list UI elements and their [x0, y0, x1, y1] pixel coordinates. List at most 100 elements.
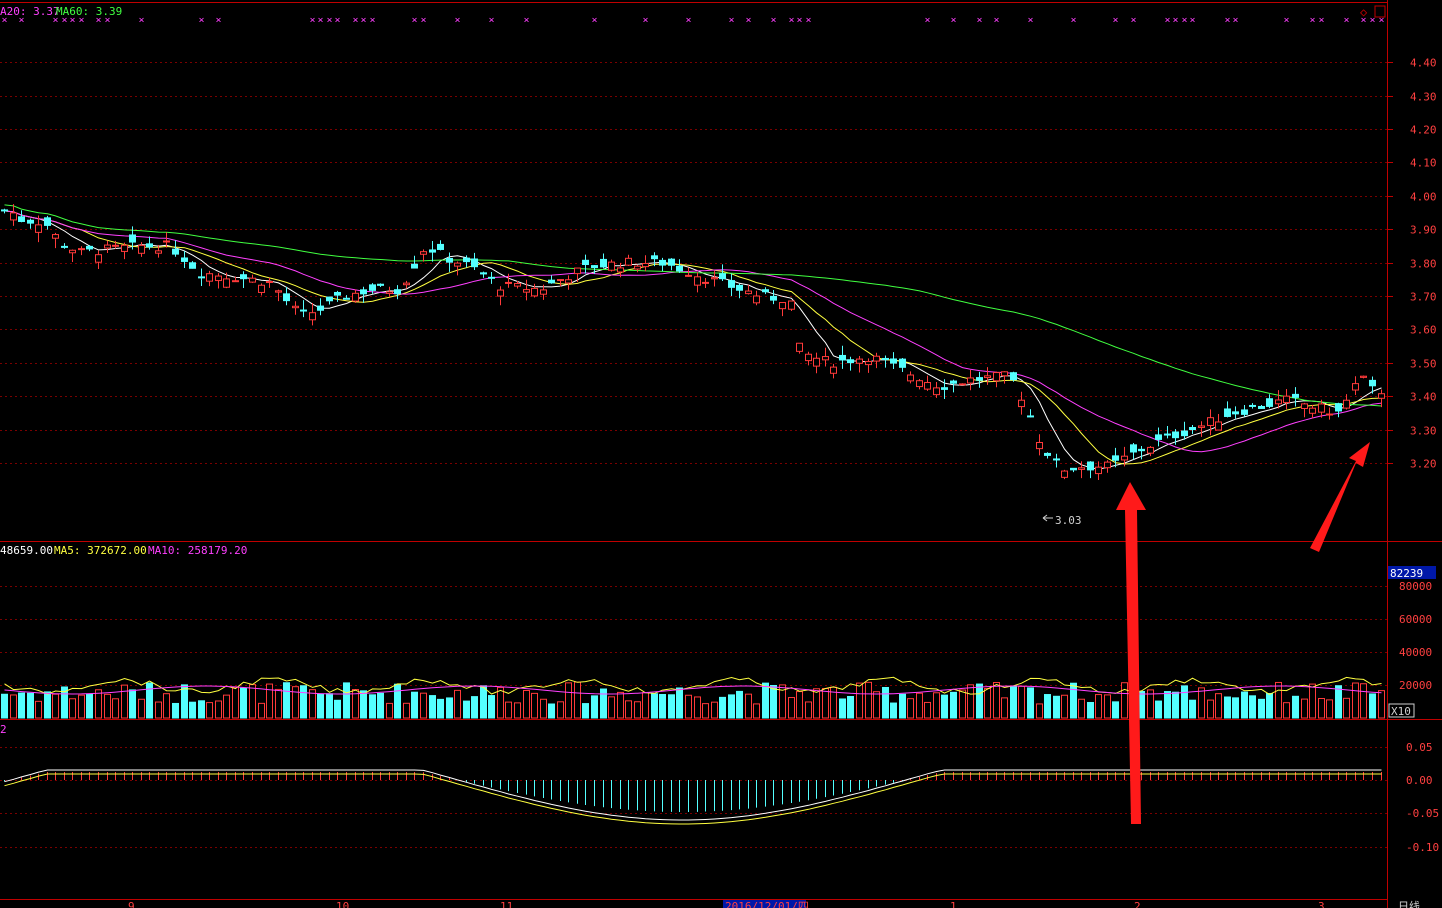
volume-bar	[505, 701, 512, 719]
volume-bar	[702, 703, 709, 719]
volume-bar	[138, 698, 145, 719]
signal-marker: ×	[1225, 15, 1231, 26]
svg-text:9: 9	[128, 900, 135, 908]
volume-bar	[437, 698, 444, 719]
volume-bar	[1044, 694, 1051, 719]
volume-bar	[736, 690, 743, 719]
candle-down	[1335, 403, 1342, 412]
candle-up	[249, 277, 256, 283]
candle-down	[1181, 430, 1188, 437]
volume-bar	[1224, 696, 1231, 719]
volume-bar	[1121, 682, 1128, 719]
candle-down	[1087, 461, 1094, 471]
candle-down	[719, 273, 726, 280]
candle-down	[198, 276, 205, 279]
volume-bar	[86, 693, 93, 719]
candle-down	[1266, 398, 1273, 407]
volume-bar	[651, 693, 658, 719]
volume-bar	[890, 702, 897, 719]
candle-up	[608, 261, 615, 271]
signal-marker: ×	[361, 15, 367, 26]
candle-down	[659, 259, 666, 266]
volume-bar	[745, 693, 752, 719]
candle-up	[138, 244, 145, 254]
candle-down	[1138, 448, 1145, 452]
volume-bar	[446, 697, 453, 719]
candle-down	[27, 219, 34, 224]
volume-bar	[565, 682, 572, 719]
candle-up	[352, 292, 359, 302]
signal-marker: ×	[1182, 15, 1188, 26]
volume-bar	[899, 693, 906, 719]
signal-marker: ×	[353, 15, 359, 26]
volume-bar	[10, 694, 17, 719]
candle-up	[523, 289, 530, 293]
signal-marker: ×	[335, 15, 341, 26]
volume-bar	[1249, 695, 1256, 719]
volume-bar	[711, 701, 718, 719]
volume-bar	[694, 696, 701, 719]
stock-kline-chart[interactable]: × × × × × × × × × × × × × × × × × × × × × × × × × × × × × × × × × × × × × × × ×…	[0, 0, 1442, 908]
volume-bar	[317, 693, 324, 719]
candle-down	[676, 265, 683, 272]
candle-up	[1352, 383, 1359, 391]
signal-marker: ×	[771, 15, 777, 26]
volume-bar	[959, 689, 966, 719]
candle-up	[1078, 467, 1085, 470]
volume-bar	[685, 694, 692, 719]
signal-marker: ×	[729, 15, 735, 26]
price-tick-label: 4.40	[1410, 57, 1437, 70]
candle-up	[933, 387, 940, 396]
candle-up	[873, 355, 880, 362]
volume-bar	[557, 701, 564, 719]
candle-up	[1360, 375, 1367, 378]
candle-up	[1121, 455, 1128, 461]
candle-down	[1070, 467, 1077, 471]
volume-bar	[1352, 682, 1359, 719]
volume-bar	[1266, 693, 1273, 719]
volume-bar	[27, 692, 34, 719]
volume-bar	[642, 692, 649, 719]
volume-bar	[121, 684, 128, 719]
candle-up	[574, 267, 581, 275]
candle-down	[181, 257, 188, 262]
volume-bar	[69, 698, 76, 719]
volume-bar	[625, 700, 632, 719]
candle-down	[463, 257, 470, 263]
candle-up	[1309, 407, 1316, 414]
volume-bar	[403, 702, 410, 719]
candle-up	[993, 372, 1000, 382]
volume-bar	[78, 694, 85, 719]
signal-marker: ×	[789, 15, 795, 26]
candle-up	[69, 249, 76, 254]
signal-marker: ×	[412, 15, 418, 26]
volume-bar	[950, 691, 957, 719]
signal-marker: ×	[951, 15, 957, 26]
signal-marker: ×	[455, 15, 461, 26]
volume-bar	[1172, 691, 1179, 719]
volume-bar	[933, 692, 940, 719]
volume-tick-label: 60000	[1399, 613, 1432, 626]
volume-bar	[18, 692, 25, 719]
volume-bar	[258, 702, 265, 719]
macd-tick-label: -0.05	[1406, 807, 1439, 820]
candle-down	[480, 272, 487, 275]
volume-bar	[1343, 697, 1350, 719]
price-tick-label: 4.10	[1410, 157, 1437, 170]
candle-up	[309, 312, 316, 321]
candle-up	[642, 262, 649, 268]
candle-up	[78, 248, 85, 251]
volume-bar	[1301, 698, 1308, 719]
candle-down	[591, 265, 598, 269]
candle-down	[941, 387, 948, 390]
candle-down	[44, 217, 51, 226]
candle-down	[1112, 455, 1119, 461]
price-tick-label: 3.60	[1410, 324, 1437, 337]
price-tick-label: 3.50	[1410, 358, 1437, 371]
diamond-icon[interactable]: ◇	[1360, 5, 1368, 19]
candle-up	[275, 290, 282, 293]
volume-bar	[411, 691, 418, 719]
candle-down	[129, 234, 136, 243]
candle-up	[1275, 399, 1282, 405]
candle-down	[343, 297, 350, 300]
